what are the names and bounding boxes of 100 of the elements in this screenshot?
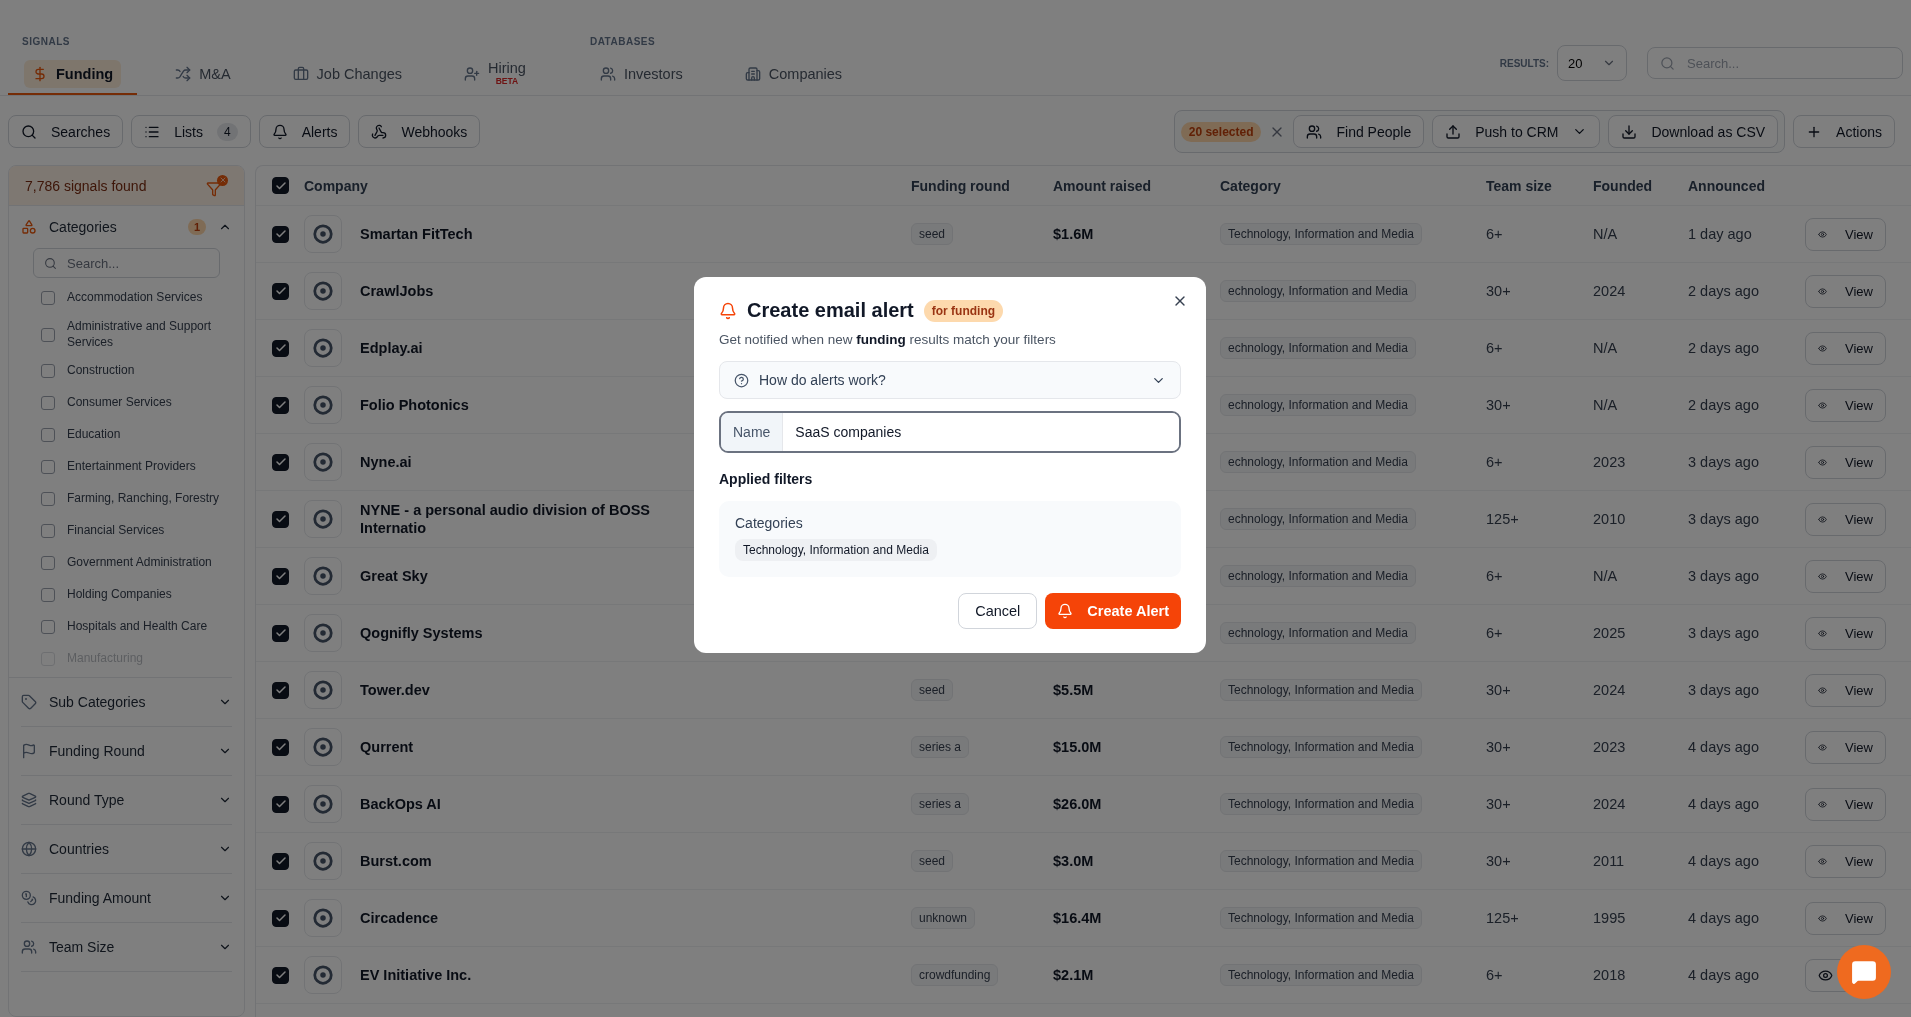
checkbox[interactable] — [41, 396, 55, 411]
checkbox[interactable] — [272, 738, 289, 756]
view-button[interactable]: View — [1805, 331, 1886, 365]
funding-round-tag: seed — [911, 850, 954, 872]
team-size: 30+ — [1486, 739, 1512, 755]
checkbox[interactable] — [272, 681, 289, 699]
filter-section-header[interactable]: Round Type — [21, 776, 232, 826]
category-option[interactable]: Holding Companies — [9, 579, 232, 612]
name-field[interactable]: Name SaaS companies — [719, 411, 1181, 453]
bell-icon — [271, 123, 288, 140]
tab-label: Hiring — [488, 61, 526, 78]
checkbox[interactable] — [272, 510, 289, 528]
announced-date: 4 days ago — [1688, 967, 1760, 983]
checkbox[interactable] — [272, 966, 289, 984]
checkbox[interactable] — [41, 588, 55, 603]
filter-section-header[interactable]: Team Size — [21, 923, 232, 973]
nav-tab[interactable]: Companies — [720, 55, 867, 95]
view-button[interactable]: View — [1805, 445, 1886, 479]
chat-button[interactable] — [1837, 945, 1891, 999]
category-option[interactable]: Financial Services — [9, 515, 232, 548]
checkbox[interactable] — [41, 428, 55, 443]
category-option[interactable]: Construction — [9, 355, 232, 388]
column-header: Announced — [1688, 177, 1766, 194]
category-option[interactable]: Entertainment Providers — [9, 451, 232, 484]
toolbar-button[interactable]: Lists 4 — [131, 115, 251, 148]
nav-tab[interactable]: Job Changes — [268, 55, 427, 95]
checkbox[interactable] — [41, 460, 55, 475]
checkbox[interactable] — [272, 339, 289, 357]
checkbox[interactable] — [272, 177, 289, 194]
toolbar-button[interactable]: Webhooks — [358, 115, 481, 148]
bell-icon — [719, 301, 737, 320]
checkbox[interactable] — [272, 909, 289, 927]
filter-section-header[interactable]: Funding Amount — [21, 874, 232, 924]
checkbox[interactable] — [272, 852, 289, 870]
category-option[interactable]: Hospitals and Health Care — [9, 611, 232, 644]
category-option[interactable]: Education — [9, 419, 232, 452]
checkbox[interactable] — [41, 492, 55, 507]
funding-round-tag: seed — [911, 679, 954, 701]
amount-raised: $15.0M — [1053, 739, 1103, 755]
cancel-button[interactable]: Cancel — [958, 593, 1038, 629]
view-button[interactable]: View — [1805, 673, 1886, 707]
checkbox[interactable] — [272, 225, 289, 243]
search-field[interactable]: Search... — [33, 248, 220, 278]
action-button[interactable]: Download as CSV — [1608, 115, 1779, 148]
toolbar-button[interactable]: Searches — [8, 115, 124, 148]
checkbox[interactable] — [272, 567, 289, 585]
filter-section-header[interactable]: Countries — [21, 825, 232, 875]
category-tag: Technology, Information and Media — [1220, 907, 1422, 929]
view-button[interactable]: View — [1805, 502, 1886, 536]
view-button[interactable]: View — [1805, 388, 1886, 422]
filter-section-header[interactable]: Funding Round — [21, 727, 232, 777]
nav-tab[interactable]: Investors — [575, 55, 707, 95]
company-name: Burst.com — [360, 851, 433, 871]
view-button[interactable]: View — [1805, 730, 1886, 764]
view-button[interactable]: View — [1805, 559, 1886, 593]
view-button[interactable]: View — [1805, 844, 1886, 878]
category-option[interactable]: Farming, Ranching, Forestry — [9, 483, 232, 516]
actions-button[interactable]: Actions — [1793, 115, 1895, 148]
checkbox[interactable] — [41, 327, 55, 342]
checkbox[interactable] — [41, 524, 55, 539]
results-select[interactable]: 20 — [1557, 45, 1627, 81]
view-button[interactable]: View — [1805, 616, 1886, 650]
action-button[interactable]: Find People — [1293, 115, 1425, 148]
view-button[interactable]: View — [1805, 217, 1886, 251]
section-label: SIGNALS — [21, 36, 71, 47]
company-name: Circadence — [360, 908, 440, 928]
nav-tab[interactable]: Hiring BETA — [440, 55, 550, 95]
view-button[interactable]: View — [1805, 274, 1886, 308]
checkbox[interactable] — [41, 364, 55, 379]
view-button[interactable]: View — [1805, 901, 1886, 935]
announced-date: 3 days ago — [1688, 682, 1760, 698]
toolbar-button[interactable]: Alerts — [258, 115, 351, 148]
column-header: Team size — [1486, 177, 1553, 194]
category-option[interactable]: Government Administration — [9, 547, 232, 580]
checkbox[interactable] — [272, 396, 289, 414]
checkbox[interactable] — [41, 291, 55, 305]
announced-date: 2 days ago — [1688, 340, 1760, 356]
company-name: Qurrent — [360, 737, 415, 757]
company-name: EV Initiative Inc. — [360, 965, 473, 985]
view-button[interactable]: View — [1805, 787, 1886, 821]
checkbox[interactable] — [41, 556, 55, 571]
action-button[interactable]: Push to CRM — [1432, 115, 1601, 148]
category-option[interactable]: Administrative and Support Services — [9, 314, 232, 356]
checkbox[interactable] — [41, 620, 55, 635]
funding-round-tag: series a — [911, 793, 970, 815]
globe-icon — [21, 841, 37, 858]
checkbox[interactable] — [272, 624, 289, 642]
create-alert-button[interactable]: Create Alert — [1045, 593, 1181, 629]
category-option[interactable]: Consumer Services — [9, 387, 232, 420]
category-option[interactable]: Accommodation Services — [9, 282, 232, 314]
checkbox[interactable] — [272, 282, 289, 300]
nav-tab[interactable]: M&A — [151, 55, 255, 95]
filter-section-header[interactable]: Categories 1 — [21, 206, 232, 248]
category-tag: Technology, Information and Media — [1220, 679, 1422, 701]
company-logo — [304, 215, 342, 253]
checkbox[interactable] — [272, 453, 289, 471]
category-tag: Technology, Information and Media — [1220, 736, 1422, 758]
help-accordion[interactable]: How do alerts work? — [719, 361, 1181, 399]
checkbox[interactable] — [272, 795, 289, 813]
filter-section-header[interactable]: Sub Categories — [21, 678, 232, 728]
